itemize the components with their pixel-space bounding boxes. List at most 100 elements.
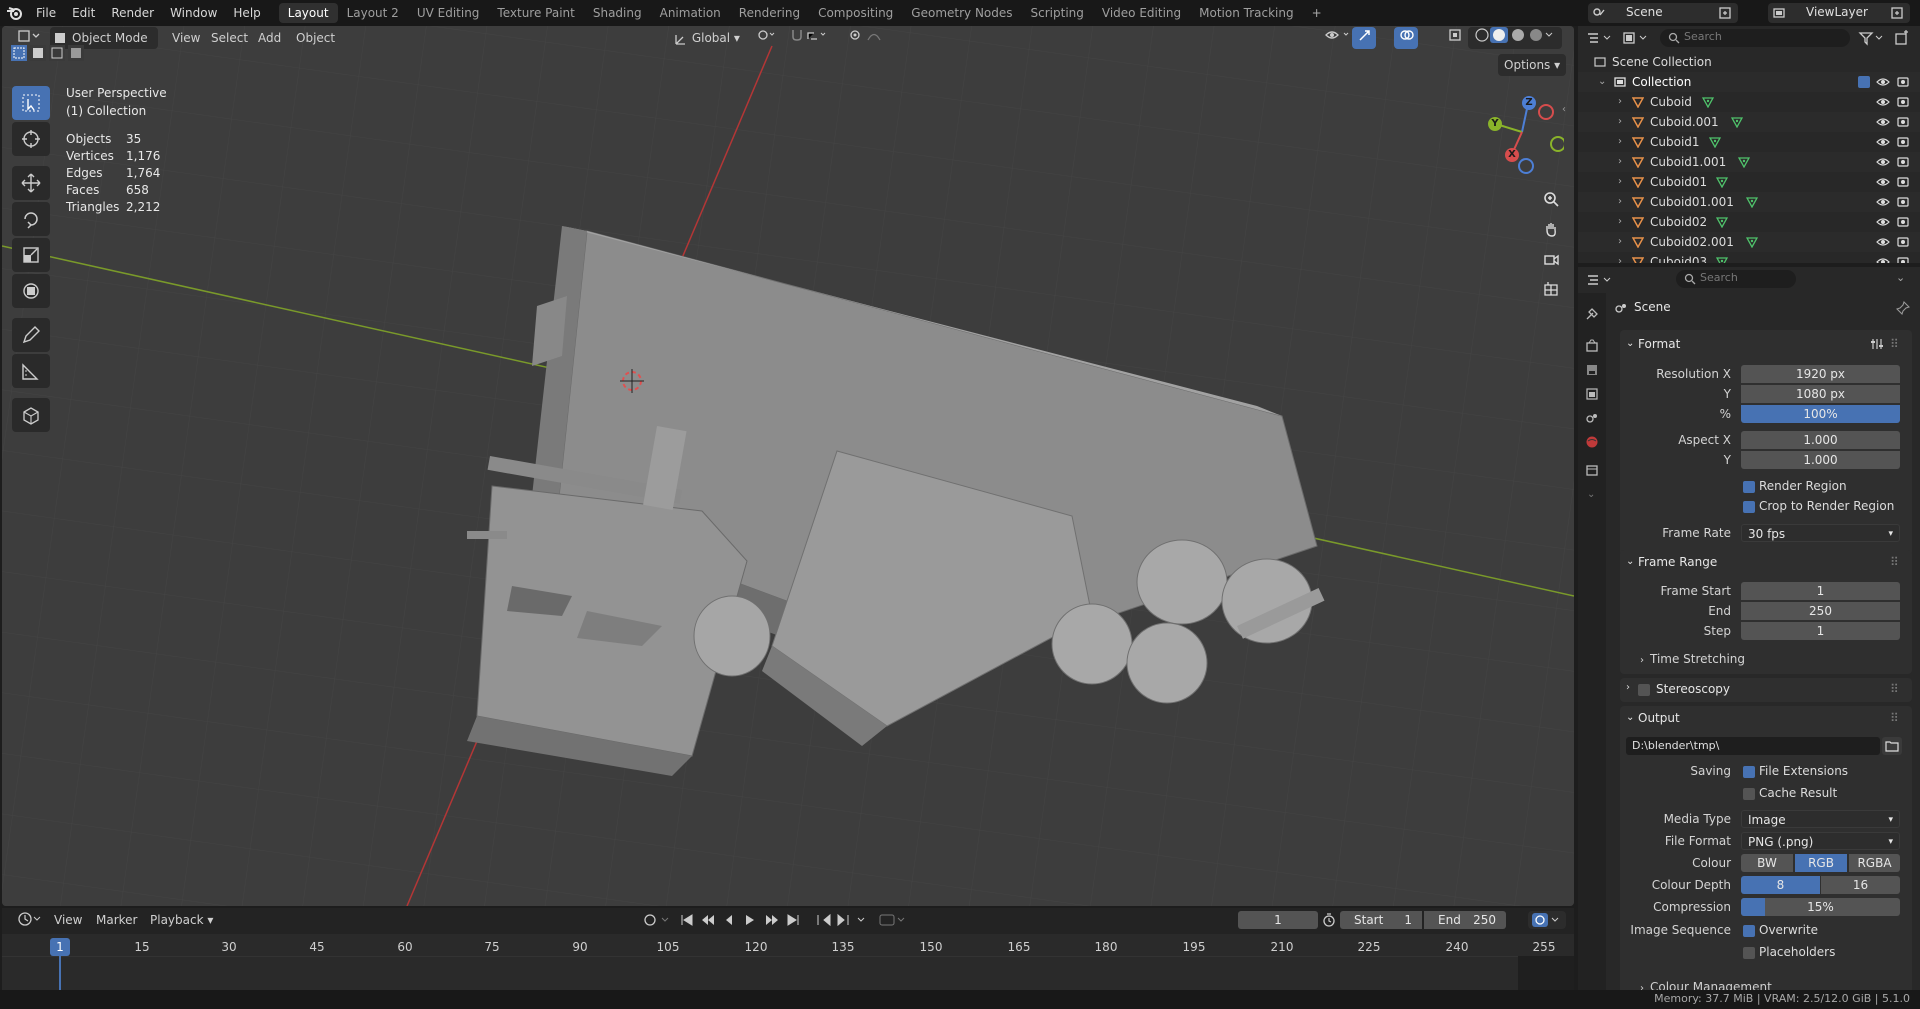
- collection-row[interactable]: ⌄ Collection: [1578, 72, 1920, 92]
- collection-tab-icon[interactable]: [1585, 463, 1599, 477]
- pan-view-button[interactable]: [1538, 216, 1564, 242]
- colour-bw-button[interactable]: BW: [1741, 854, 1793, 872]
- mesh-data-icon[interactable]: [1745, 196, 1758, 208]
- tab-layout[interactable]: Layout: [278, 3, 338, 23]
- eye-icon[interactable]: [1876, 75, 1890, 89]
- move-tool-button[interactable]: [12, 166, 50, 200]
- tab-motion-tracking[interactable]: Motion Tracking: [1190, 3, 1302, 23]
- outliner-object-row[interactable]: › Cuboid1.001: [1578, 152, 1920, 172]
- frame-rate-dropdown[interactable]: 30 fps ▾: [1741, 524, 1900, 542]
- select-tool-button[interactable]: [12, 86, 50, 120]
- overlays-toggle[interactable]: [1394, 27, 1418, 49]
- outliner-object-row[interactable]: › Cuboid01: [1578, 172, 1920, 192]
- menu-view[interactable]: View: [166, 27, 206, 49]
- expand-arrow-icon[interactable]: ›: [1618, 112, 1622, 132]
- zoom-view-button[interactable]: [1538, 186, 1564, 212]
- scene-collection-row[interactable]: Scene Collection: [1578, 52, 1920, 72]
- xray-toggle[interactable]: [1442, 27, 1468, 49]
- new-scene-icon[interactable]: [1718, 6, 1732, 20]
- camera-render-icon[interactable]: [1896, 135, 1910, 149]
- gizmo-toggle[interactable]: [1352, 27, 1376, 49]
- overwrite-checkbox[interactable]: [1743, 925, 1755, 937]
- expand-arrow-icon[interactable]: ›: [1618, 92, 1622, 112]
- camera-render-icon[interactable]: [1896, 195, 1910, 209]
- tab-geometry-nodes[interactable]: Geometry Nodes: [902, 3, 1021, 23]
- menu-edit[interactable]: Edit: [64, 3, 103, 23]
- frame-step-field[interactable]: 1: [1741, 622, 1900, 640]
- pivot-point-dropdown[interactable]: [750, 27, 784, 49]
- camera-render-icon[interactable]: [1896, 255, 1910, 263]
- timeline-editor-type-button[interactable]: [10, 909, 48, 931]
- tab-compositing[interactable]: Compositing: [809, 3, 902, 23]
- stereoscopy-drag-handle-icon[interactable]: ⠿: [1890, 682, 1899, 696]
- timeline-menu-playback[interactable]: Playback ▾: [144, 909, 219, 931]
- crop-region-checkbox[interactable]: [1743, 501, 1755, 513]
- output-path-input[interactable]: D:\blender\tmp\: [1626, 737, 1880, 755]
- annotate-tool-button[interactable]: [12, 318, 50, 352]
- properties-search-input[interactable]: Search: [1676, 270, 1796, 288]
- presets-icon[interactable]: [1870, 337, 1884, 351]
- menu-file[interactable]: File: [28, 3, 64, 23]
- cache-result-checkbox[interactable]: [1743, 788, 1755, 800]
- outliner-object-row[interactable]: › Cuboid02: [1578, 212, 1920, 232]
- collection-exclude-checkbox[interactable]: [1858, 76, 1870, 88]
- frame-start-field[interactable]: 1: [1741, 582, 1900, 600]
- sidebar-toggle-icon[interactable]: ‹: [1562, 104, 1566, 115]
- mesh-data-icon[interactable]: [1731, 116, 1743, 128]
- expand-arrow-icon[interactable]: ›: [1618, 152, 1622, 172]
- tab-shading[interactable]: Shading: [584, 3, 651, 23]
- new-collection-icon[interactable]: [1894, 30, 1910, 46]
- colour-management-subpanel[interactable]: › Colour Management: [1640, 976, 1772, 990]
- tab-layout-2[interactable]: Layout 2: [338, 3, 408, 23]
- aspect-x-field[interactable]: 1.000: [1741, 431, 1900, 449]
- proportional-editing-toggle[interactable]: [842, 27, 898, 49]
- properties-options-icon[interactable]: ⌄: [1896, 271, 1905, 284]
- expand-arrow-icon[interactable]: ›: [1618, 232, 1622, 252]
- tabs-overflow-icon[interactable]: ⌄: [1587, 489, 1595, 500]
- camera-view-button[interactable]: [1538, 246, 1564, 272]
- world-tab-icon[interactable]: [1585, 435, 1599, 449]
- eye-icon[interactable]: [1876, 215, 1890, 229]
- browse-folder-button[interactable]: [1882, 737, 1902, 755]
- eye-icon[interactable]: [1876, 115, 1890, 129]
- camera-render-icon[interactable]: [1896, 155, 1910, 169]
- playhead-handle[interactable]: 1: [50, 938, 70, 956]
- pin-icon[interactable]: [1896, 301, 1910, 315]
- view-layer-tab-icon[interactable]: [1585, 387, 1599, 401]
- tab-texture-paint[interactable]: Texture Paint: [488, 3, 583, 23]
- scale-tool-button[interactable]: [12, 238, 50, 272]
- eye-icon[interactable]: [1876, 95, 1890, 109]
- menu-help[interactable]: Help: [225, 3, 268, 23]
- outliner-object-row[interactable]: › Cuboid1: [1578, 132, 1920, 152]
- gizmo-x-label[interactable]: X: [1505, 148, 1519, 162]
- outliner-search-input[interactable]: Search: [1660, 29, 1850, 47]
- properties-editor-icon[interactable]: [1586, 272, 1614, 288]
- render-region-checkbox[interactable]: [1743, 481, 1755, 493]
- filter-icon[interactable]: [1858, 30, 1886, 46]
- colour-rgb-button[interactable]: RGB: [1795, 854, 1847, 872]
- shading-modes[interactable]: [1468, 27, 1562, 49]
- resolution-percent-field[interactable]: 100%: [1741, 405, 1900, 423]
- time-stretching-subpanel[interactable]: › Time Stretching: [1640, 652, 1745, 666]
- stereoscopy-checkbox[interactable]: [1638, 684, 1650, 696]
- current-frame-field[interactable]: 1: [1238, 911, 1318, 929]
- eye-icon[interactable]: [1876, 135, 1890, 149]
- camera-render-icon[interactable]: [1896, 95, 1910, 109]
- mesh-data-icon[interactable]: [1716, 216, 1729, 228]
- camera-render-icon[interactable]: [1896, 115, 1910, 129]
- eye-icon[interactable]: [1876, 175, 1890, 189]
- expand-arrow-icon[interactable]: ›: [1618, 252, 1622, 263]
- start-frame-field[interactable]: Start 1: [1340, 911, 1422, 929]
- mesh-data-icon[interactable]: [1709, 136, 1722, 148]
- outliner-editor-icon[interactable]: [1586, 30, 1614, 46]
- navigation-gizmo[interactable]: Z Y X: [1478, 88, 1564, 178]
- new-view-layer-icon[interactable]: [1890, 6, 1904, 20]
- menu-render[interactable]: Render: [103, 3, 162, 23]
- menu-object[interactable]: Object: [290, 27, 341, 49]
- expand-arrow-icon[interactable]: ›: [1618, 172, 1622, 192]
- timeline-menu-view[interactable]: View: [48, 909, 88, 931]
- timeline-menu-marker[interactable]: Marker: [90, 909, 143, 931]
- blender-logo-icon[interactable]: [0, 3, 28, 23]
- frame-end-field[interactable]: 250: [1741, 602, 1900, 620]
- output-drag-handle-icon[interactable]: ⠿: [1890, 706, 1899, 730]
